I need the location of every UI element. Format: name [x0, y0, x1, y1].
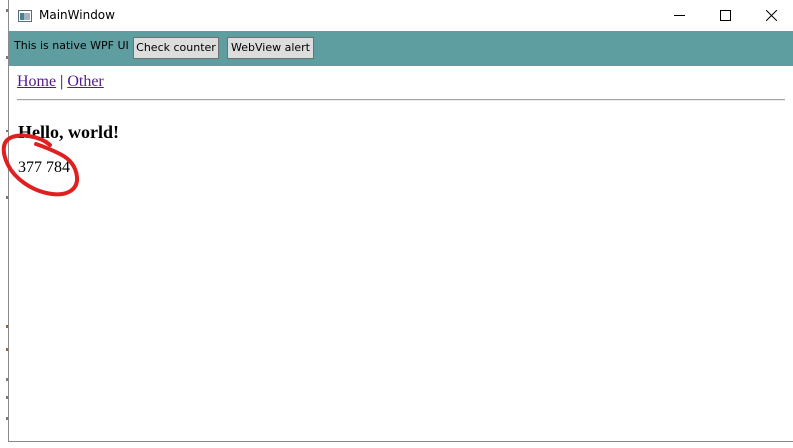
- nav-separator: |: [60, 73, 64, 90]
- webview-content: Home | Other Hello, world! 377 784: [9, 66, 793, 441]
- home-link[interactable]: Home: [17, 73, 56, 90]
- maximize-button[interactable]: [702, 0, 748, 31]
- nav-links: Home | Other: [17, 73, 104, 91]
- title-bar[interactable]: MainWindow: [9, 0, 793, 31]
- maximize-icon: [720, 10, 731, 21]
- main-window: MainWindow This is native WPF UI Check c…: [8, 0, 793, 442]
- counter-value: 377 784: [18, 159, 70, 176]
- minimize-button[interactable]: [656, 0, 702, 31]
- wpf-toolbar: This is native WPF UI Check counter WebV…: [9, 31, 793, 66]
- horizontal-rule: [17, 99, 785, 101]
- native-ui-label: This is native WPF UI: [14, 39, 129, 52]
- page-heading: Hello, world!: [18, 122, 119, 142]
- background-edge: [0, 0, 8, 443]
- app-window-icon: [18, 9, 32, 22]
- close-button[interactable]: [748, 0, 793, 31]
- check-counter-button[interactable]: Check counter: [133, 37, 219, 59]
- minimize-icon: [674, 15, 685, 16]
- close-icon: [766, 10, 777, 21]
- webview-alert-button[interactable]: WebView alert: [227, 37, 314, 59]
- other-link[interactable]: Other: [67, 73, 103, 90]
- window-title: MainWindow: [39, 8, 115, 22]
